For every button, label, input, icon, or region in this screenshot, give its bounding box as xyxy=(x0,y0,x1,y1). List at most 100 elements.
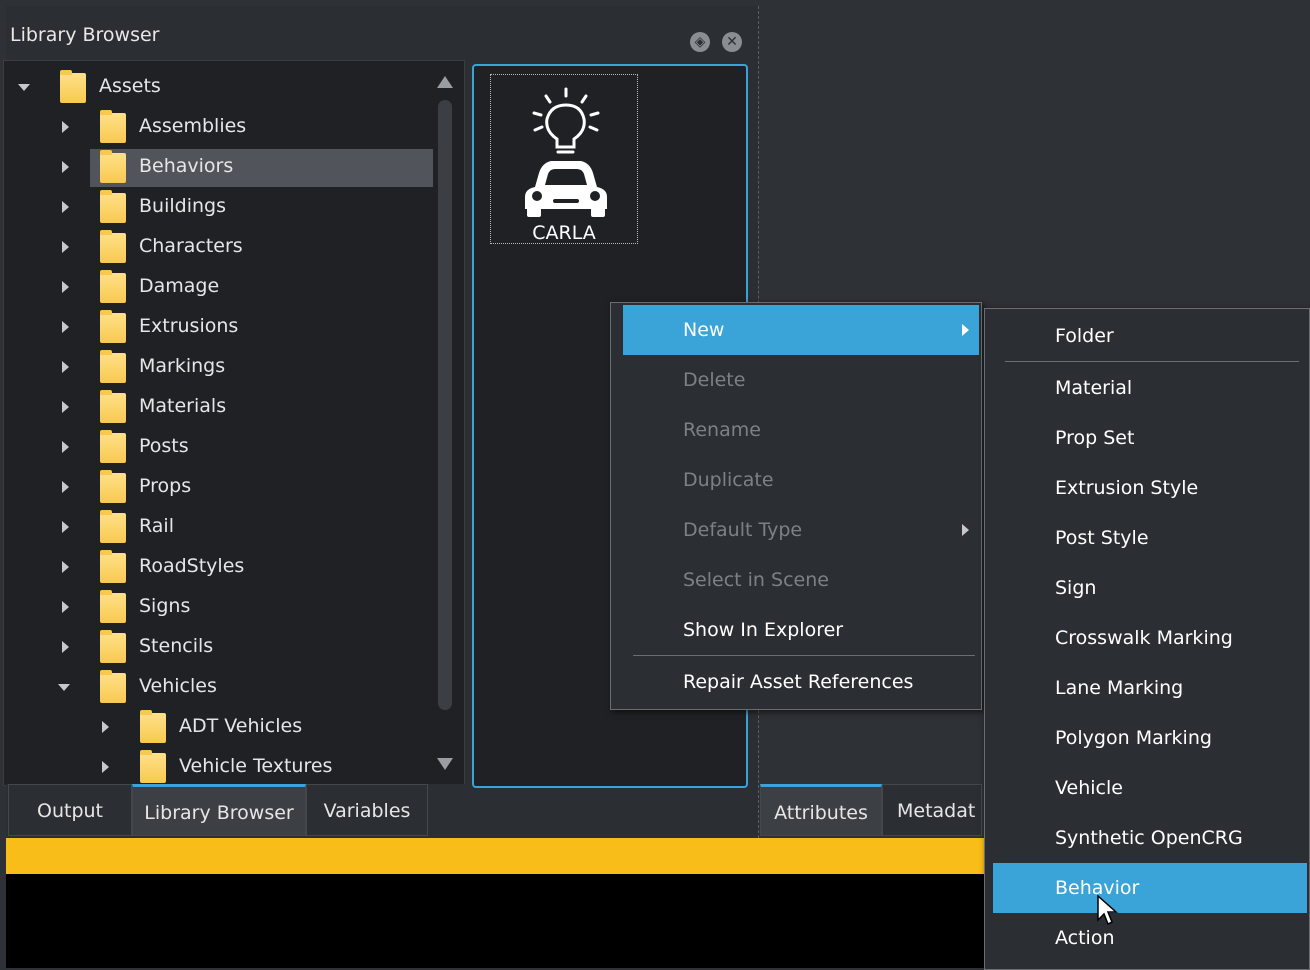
carla-asset-label: CARLA xyxy=(532,222,596,244)
tree-item[interactable]: Behaviors xyxy=(90,149,436,187)
submenu-item-synthetic-opencrg[interactable]: Synthetic OpenCRG xyxy=(993,813,1307,863)
submenu-item-material[interactable]: Material xyxy=(993,363,1307,413)
tab-output[interactable]: Output xyxy=(8,784,132,836)
submenu-item-crosswalk-marking[interactable]: Crosswalk Marking xyxy=(993,613,1307,663)
submenu-separator xyxy=(1005,361,1299,362)
submenu-item-behavior[interactable]: Behavior xyxy=(993,863,1307,913)
tree-item-label: Vehicle Textures xyxy=(179,755,333,777)
tree-item[interactable]: Buildings xyxy=(4,189,434,227)
tree-item-label: Stencils xyxy=(139,635,214,657)
menu-separator xyxy=(633,655,975,656)
folder-icon xyxy=(100,670,126,703)
tree-item[interactable]: Markings xyxy=(4,349,434,387)
close-panel-icon[interactable]: ✕ xyxy=(722,32,742,52)
new-submenu: Folder Material Prop Set Extrusion Style… xyxy=(984,308,1310,970)
folder-icon xyxy=(100,150,126,183)
collapse-arrow-icon[interactable] xyxy=(62,361,69,373)
tree-item[interactable]: Vehicle Textures xyxy=(4,749,434,785)
tree-item[interactable]: ADT Vehicles xyxy=(4,709,434,747)
collapse-arrow-icon[interactable] xyxy=(62,601,69,613)
tree-scrollbar-thumb[interactable] xyxy=(438,100,452,710)
tree-item[interactable]: Vehicles xyxy=(4,669,434,707)
submenu-item-vehicle[interactable]: Vehicle xyxy=(993,763,1307,813)
folder-icon xyxy=(140,750,166,783)
menu-item-new[interactable]: New xyxy=(623,305,979,355)
folder-icon xyxy=(60,70,86,103)
collapse-arrow-icon[interactable] xyxy=(62,161,69,173)
submenu-arrow-icon xyxy=(962,324,969,336)
submenu-item-sign[interactable]: Sign xyxy=(993,563,1307,613)
scroll-down-arrow-icon[interactable] xyxy=(437,758,453,770)
collapse-arrow-icon[interactable] xyxy=(62,281,69,293)
menu-item-show-in-explorer[interactable]: Show In Explorer xyxy=(623,605,979,655)
float-panel-icon[interactable]: ◈ xyxy=(690,32,710,52)
menu-item-default-type-label: Default Type xyxy=(683,519,803,541)
panel-title: Library Browser xyxy=(10,24,160,46)
collapse-arrow-icon[interactable] xyxy=(102,761,109,773)
collapse-arrow-icon[interactable] xyxy=(62,641,69,653)
submenu-item-post-style[interactable]: Post Style xyxy=(993,513,1307,563)
folder-icon xyxy=(100,510,126,543)
expand-arrow-icon[interactable] xyxy=(18,84,30,91)
folder-icon xyxy=(140,710,166,743)
tree-item[interactable]: Stencils xyxy=(4,629,434,667)
tab-attributes[interactable]: Attributes xyxy=(760,784,882,836)
tree-item[interactable]: RoadStyles xyxy=(4,549,434,587)
tree-item-label: Markings xyxy=(139,355,226,377)
submenu-item-prop-set[interactable]: Prop Set xyxy=(993,413,1307,463)
folder-icon xyxy=(100,310,126,343)
collapse-arrow-icon[interactable] xyxy=(62,321,69,333)
tree-item[interactable]: Assemblies xyxy=(4,109,434,147)
tree-item[interactable]: Materials xyxy=(4,389,434,427)
tree-item[interactable]: Props xyxy=(4,469,434,507)
scroll-up-arrow-icon[interactable] xyxy=(437,76,453,88)
tree-item[interactable]: Damage xyxy=(4,269,434,307)
tree-item[interactable]: Signs xyxy=(4,589,434,627)
collapse-arrow-icon[interactable] xyxy=(62,481,69,493)
collapse-arrow-icon[interactable] xyxy=(62,521,69,533)
tab-metadata[interactable]: Metadat xyxy=(882,784,982,836)
submenu-item-action[interactable]: Action xyxy=(993,913,1307,963)
expand-arrow-icon[interactable] xyxy=(58,684,70,691)
collapse-arrow-icon[interactable] xyxy=(62,241,69,253)
tree-item[interactable]: Extrusions xyxy=(4,309,434,347)
folder-icon xyxy=(100,270,126,303)
menu-item-rename: Rename xyxy=(683,419,761,441)
submenu-arrow-icon xyxy=(962,524,969,536)
carla-car-lightbulb-icon xyxy=(525,87,607,217)
tree-item-label: Materials xyxy=(139,395,227,417)
collapse-arrow-icon[interactable] xyxy=(62,121,69,133)
collapse-arrow-icon[interactable] xyxy=(62,561,69,573)
collapse-arrow-icon[interactable] xyxy=(102,721,109,733)
menu-item-delete: Delete xyxy=(683,369,746,391)
tree-item-label: Buildings xyxy=(139,195,226,217)
tree-item[interactable]: Assets xyxy=(4,69,434,107)
folder-icon xyxy=(100,190,126,223)
tree-item-label: Damage xyxy=(139,275,220,297)
folder-tree: Assets Assemblies Behaviors Buildings Charac… xyxy=(3,60,465,786)
tab-library-browser[interactable]: Library Browser xyxy=(132,784,306,836)
menu-item-duplicate: Duplicate xyxy=(683,469,774,491)
folder-icon xyxy=(100,590,126,623)
submenu-item-lane-marking[interactable]: Lane Marking xyxy=(993,663,1307,713)
folder-icon xyxy=(100,630,126,663)
tree-item-label: Characters xyxy=(139,235,243,257)
collapse-arrow-icon[interactable] xyxy=(62,401,69,413)
submenu-item-extrusion-style[interactable]: Extrusion Style xyxy=(993,463,1307,513)
tree-item-label: Vehicles xyxy=(139,675,217,697)
tree-item-label: Signs xyxy=(139,595,191,617)
collapse-arrow-icon[interactable] xyxy=(62,441,69,453)
collapse-arrow-icon[interactable] xyxy=(62,201,69,213)
menu-item-repair-asset-references[interactable]: Repair Asset References xyxy=(623,657,979,707)
tree-item-label: ADT Vehicles xyxy=(179,715,303,737)
submenu-item-polygon-marking[interactable]: Polygon Marking xyxy=(993,713,1307,763)
carla-asset-tile[interactable] xyxy=(490,74,638,244)
tree-item[interactable]: Characters xyxy=(4,229,434,267)
submenu-item-folder[interactable]: Folder xyxy=(993,311,1307,361)
folder-icon xyxy=(100,230,126,263)
folder-icon xyxy=(100,550,126,583)
menu-item-new-label: New xyxy=(683,319,725,341)
tree-item[interactable]: Posts xyxy=(4,429,434,467)
tree-item[interactable]: Rail xyxy=(4,509,434,547)
tab-variables[interactable]: Variables xyxy=(306,784,428,836)
